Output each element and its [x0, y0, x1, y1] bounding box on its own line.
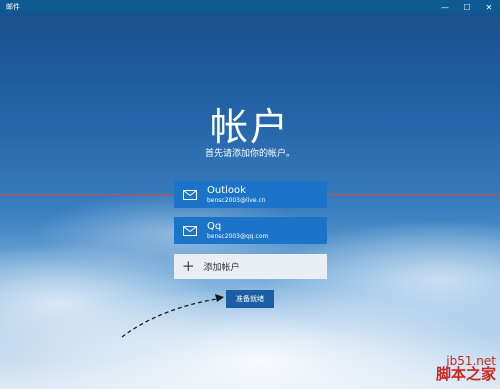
add-account-button[interactable]: + 添加帐户: [174, 254, 327, 279]
page-title: 帐户: [209, 105, 290, 149]
account-email: bensc2003@live.cn: [207, 196, 266, 204]
mail-app-window: 邮件 — ☐ ✕ 帐户 首先请添加你的帐户。 Outlook bensc2003…: [0, 0, 500, 389]
page-subtitle: 首先请添加你的帐户。: [204, 149, 295, 159]
watermark-brand: 脚本之家: [435, 365, 496, 384]
account-email: bensc2003@qq.com: [207, 232, 269, 240]
annotation-arrow: [121, 294, 224, 338]
account-tile-outlook[interactable]: Outlook bensc2003@live.cn: [174, 181, 327, 208]
close-button[interactable]: ✕: [478, 0, 500, 14]
plus-icon: +: [182, 257, 195, 275]
account-name: Qq: [207, 220, 222, 232]
title-bar: 邮件 — ☐ ✕: [0, 0, 500, 14]
mail-icon: [183, 225, 197, 236]
maximize-button[interactable]: ☐: [456, 0, 478, 14]
watermark: jb51.net 脚本之家: [436, 355, 496, 383]
minimize-button[interactable]: —: [434, 0, 456, 14]
window-title: 邮件: [6, 3, 20, 11]
account-tile-qq[interactable]: Qq bensc2003@qq.com: [174, 217, 327, 244]
account-name: Outlook: [207, 184, 246, 196]
add-account-label: 添加帐户: [203, 263, 240, 273]
mail-icon: [183, 189, 197, 200]
